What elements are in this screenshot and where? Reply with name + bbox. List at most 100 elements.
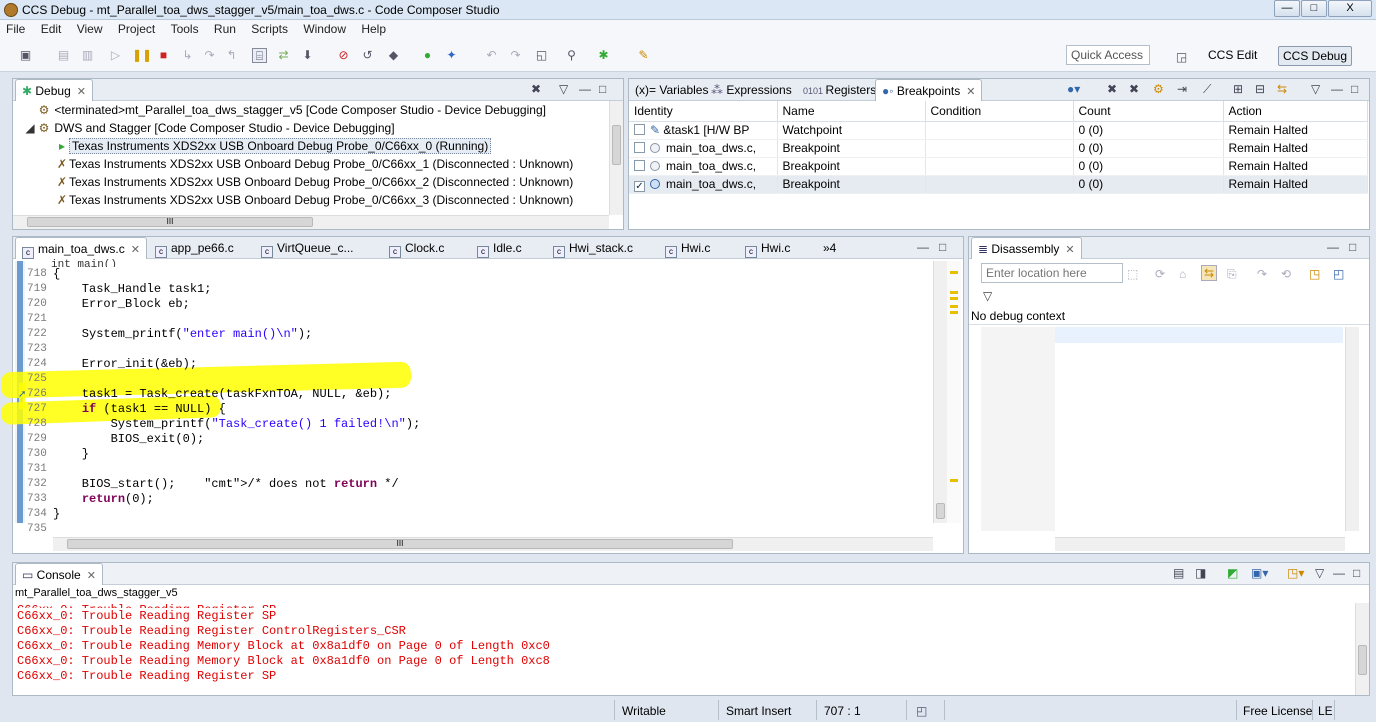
step-return-icon[interactable]: ↰	[224, 48, 239, 63]
enable-checkbox[interactable]	[634, 124, 645, 135]
open-perspective-icon[interactable]: ◱	[534, 48, 549, 63]
console-vscroll[interactable]	[1355, 603, 1369, 695]
refresh-icon[interactable]: ⟳	[1155, 267, 1165, 281]
view-menu-icon[interactable]: ▽	[559, 82, 568, 96]
remove-breakpoint-icon[interactable]: ✖	[1107, 82, 1117, 96]
menu-edit[interactable]: Edit	[35, 20, 68, 36]
ccs-debug-perspective[interactable]: CCS Debug	[1278, 46, 1353, 66]
restart-icon[interactable]: ↺	[360, 48, 375, 63]
maximize-view-icon[interactable]: □	[939, 240, 946, 254]
clear-console-icon[interactable]: ▤	[1173, 566, 1184, 580]
menu-file[interactable]: File	[0, 20, 31, 36]
scroll-lock-icon[interactable]: ◨	[1195, 566, 1206, 580]
maximize-view-icon[interactable]: □	[1353, 566, 1360, 580]
load-program-icon[interactable]: ⬇	[300, 48, 315, 63]
collapse-all-icon[interactable]: ⊟	[1255, 82, 1265, 96]
run-icon[interactable]: ●	[420, 48, 435, 63]
tab-main-toa-dws[interactable]: c main_toa_dws.c ✕	[15, 237, 147, 259]
menu-run[interactable]: Run	[208, 20, 242, 36]
open-perspective-button-icon[interactable]: ◲	[1174, 50, 1189, 65]
tab-variables[interactable]: (x)= Variables	[629, 79, 714, 101]
step-over-icon[interactable]: ↷	[202, 48, 217, 63]
new-view-icon[interactable]: ◳	[1309, 267, 1320, 281]
tab-clock[interactable]: c Clock.c	[383, 237, 450, 259]
open-console-icon[interactable]: ◳▾	[1287, 566, 1304, 580]
connect-icon[interactable]: ⇄	[276, 48, 291, 63]
save-all-icon[interactable]: ▥	[80, 48, 95, 63]
dropdown-chevron-icon[interactable]: ▽	[983, 289, 992, 303]
view-menu-icon[interactable]: ▽	[1315, 566, 1324, 580]
new-icon[interactable]: ▣	[18, 48, 33, 63]
go-to-file-icon[interactable]: ⇥	[1177, 82, 1187, 96]
tree-item-dws[interactable]: ◢ ⚙ DWS and Stagger [Code Composer Studio…	[23, 121, 394, 139]
pin-view-icon[interactable]: ◰	[1333, 267, 1344, 281]
col-condition[interactable]: Condition	[925, 101, 1074, 122]
hscroll-thumb[interactable]: III	[67, 539, 733, 549]
tab-app-pe66[interactable]: c app_pe66.c	[149, 237, 240, 259]
col-name[interactable]: Name	[777, 101, 926, 122]
forward-icon[interactable]: ↷	[508, 48, 523, 63]
suspend-icon[interactable]: ❚❚	[132, 48, 152, 63]
step-into-icon[interactable]: ↳	[180, 48, 195, 63]
menu-view[interactable]: View	[71, 20, 109, 36]
tab-disassembly[interactable]: ≣ Disassembly ✕	[971, 237, 1082, 259]
tab-hwi-stack[interactable]: c Hwi_stack.c	[547, 237, 639, 259]
table-row[interactable]: ✎ &task1 [H/W BP Watchpoint 0 (0) Remain…	[629, 121, 1368, 140]
maximize-view-icon[interactable]: □	[1351, 82, 1358, 96]
tab-idle[interactable]: c Idle.c	[471, 237, 528, 259]
link-icon[interactable]: ⇆	[1201, 265, 1218, 281]
editor-hscroll[interactable]: III	[53, 537, 933, 551]
table-row[interactable]: main_toa_dws.c, Breakpoint 0 (0) Remain …	[629, 157, 1368, 176]
minimize-view-icon[interactable]: —	[1331, 82, 1343, 96]
close-icon[interactable]: ✕	[966, 86, 975, 98]
col-identity[interactable]: Identity	[629, 101, 778, 122]
editor-vscroll[interactable]	[933, 261, 947, 523]
tab-expressions[interactable]: ⁂ Expressions	[705, 79, 798, 101]
col-count[interactable]: Count	[1073, 101, 1224, 122]
target-icon[interactable]: ◆	[386, 48, 401, 63]
refresh-view-icon[interactable]: ⟲	[1281, 267, 1291, 281]
tree-item-core3[interactable]: ✗ Texas Instruments XDS2xx USB Onboard De…	[55, 193, 573, 211]
location-input[interactable]	[981, 263, 1123, 283]
tab-registers[interactable]: 0101 Registers	[797, 79, 882, 101]
tree-item-terminated[interactable]: ⚙ <terminated>mt_Parallel_toa_dws_stagge…	[37, 103, 546, 121]
pin-icon[interactable]: ✎	[636, 48, 651, 63]
terminate-icon[interactable]: ■	[156, 48, 171, 63]
console-output[interactable]: C66xx_0: Trouble Reading Register SP C66…	[13, 601, 1353, 695]
breakpoint-toggle-icon[interactable]: ⊘	[336, 48, 351, 63]
tree-item-core1[interactable]: ✗ Texas Instruments XDS2xx USB Onboard De…	[55, 157, 573, 175]
col-action[interactable]: Action	[1223, 101, 1368, 122]
debug-icon[interactable]: ✦	[444, 48, 459, 63]
minimize-view-icon[interactable]: —	[917, 240, 929, 254]
minimize-view-icon[interactable]: —	[1333, 566, 1345, 580]
tree-item-core2[interactable]: ✗ Texas Instruments XDS2xx USB Onboard De…	[55, 175, 573, 193]
minimize-view-icon[interactable]: —	[579, 82, 591, 96]
maximize-view-icon[interactable]: □	[599, 82, 606, 96]
tab-debug[interactable]: ✱ Debug ✕	[15, 79, 93, 101]
hscroll-thumb[interactable]: III	[27, 217, 313, 227]
menu-scripts[interactable]: Scripts	[245, 20, 294, 36]
tab-breakpoints[interactable]: ●◦ Breakpoints ✕	[875, 79, 983, 101]
tab-console[interactable]: ▭ Console ✕	[15, 563, 103, 585]
tab-hwi-2[interactable]: c Hwi.c	[739, 237, 796, 259]
breakpoint-properties-icon[interactable]: ⚙	[1153, 82, 1164, 96]
close-icon[interactable]: ✕	[1065, 244, 1074, 256]
new-breakpoint-icon[interactable]: ●▾	[1067, 82, 1080, 96]
menu-tools[interactable]: Tools	[165, 20, 205, 36]
home-icon[interactable]: ⌂	[1179, 267, 1186, 281]
menu-window[interactable]: Window	[297, 20, 352, 36]
table-row[interactable]: main_toa_dws.c, Breakpoint 0 (0) Remain …	[629, 139, 1368, 158]
disassembly-vscroll[interactable]	[1345, 327, 1359, 531]
minimize-button[interactable]: —	[1274, 0, 1300, 17]
close-button[interactable]: X	[1328, 0, 1372, 17]
save-icon[interactable]: ▤	[56, 48, 71, 63]
disassembly-hscroll[interactable]	[1055, 537, 1345, 551]
step-over-icon[interactable]: ↷	[1257, 267, 1267, 281]
menu-help[interactable]: Help	[355, 20, 392, 36]
remove-terminated-icon[interactable]: ✖	[531, 82, 541, 96]
expand-all-icon[interactable]: ⊞	[1233, 82, 1243, 96]
menu-project[interactable]: Project	[112, 20, 161, 36]
debug-vscroll[interactable]	[609, 101, 623, 215]
maximize-view-icon[interactable]: □	[1349, 240, 1356, 254]
ccs-edit-perspective[interactable]: CCS Edit	[1204, 46, 1261, 66]
